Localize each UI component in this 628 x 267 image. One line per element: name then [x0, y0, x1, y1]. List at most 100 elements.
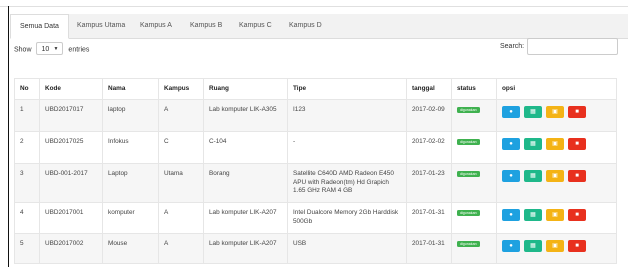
print-icon: ▣ [552, 243, 558, 249]
delete-button[interactable]: ■ [568, 209, 586, 221]
cell-ruang: C-104 [203, 131, 288, 164]
table-row: 5 UBD2017002 Mouse A Lab komputer LIK-A2… [14, 233, 617, 264]
cell-kampus: Utama [158, 163, 204, 203]
tab-kampus-c[interactable]: Kampus C [230, 14, 281, 38]
col-header-tipe[interactable]: Tipe [287, 78, 407, 100]
print-icon: ▣ [552, 141, 558, 147]
cell-status: digunakan [451, 131, 497, 164]
col-header-tanggal[interactable]: tanggal [406, 78, 452, 100]
col-header-opsi: opsi [496, 78, 617, 100]
delete-button[interactable]: ■ [568, 240, 586, 252]
edit-icon: ▦ [530, 243, 536, 249]
entries-select-value: 10 [41, 46, 50, 53]
cell-kode: UBD-001-2017 [39, 163, 103, 203]
cell-no: 1 [14, 99, 40, 132]
edit-icon: ▦ [530, 141, 536, 147]
view-icon: ● [509, 212, 513, 218]
print-icon: ▣ [552, 173, 558, 179]
view-icon: ● [509, 243, 513, 249]
cell-opsi: ● ▦ ▣ ■ [496, 233, 617, 264]
print-icon: ▣ [552, 109, 558, 115]
edit-button[interactable]: ▦ [524, 209, 542, 221]
cell-tipe: Satellite C640D AMD Radeon E450 APU with… [287, 163, 407, 203]
cell-kampus: A [158, 202, 204, 234]
col-header-no[interactable]: No [14, 78, 40, 100]
tab-kampus-d[interactable]: Kampus D [280, 14, 331, 38]
delete-button[interactable]: ■ [568, 106, 586, 118]
cell-tanggal: 2017-01-23 [406, 163, 452, 203]
edit-button[interactable]: ▦ [524, 138, 542, 150]
status-badge: digunakan [457, 107, 480, 113]
view-icon: ● [509, 141, 513, 147]
entries-select[interactable]: 10 ▼ [36, 42, 64, 55]
view-button[interactable]: ● [502, 138, 520, 150]
cell-kampus: C [158, 131, 204, 164]
delete-button[interactable]: ■ [568, 170, 586, 182]
view-icon: ● [509, 109, 513, 115]
col-header-kode[interactable]: Kode [39, 78, 103, 100]
cell-kampus: A [158, 99, 204, 132]
col-header-status[interactable]: status [451, 78, 497, 100]
search-label: Search: [500, 43, 525, 50]
delete-button[interactable]: ■ [568, 138, 586, 150]
entries-length-control: Show 10 ▼ entries [14, 42, 89, 56]
tab-kampus-b[interactable]: Kampus B [181, 14, 231, 38]
print-button[interactable]: ▣ [546, 106, 564, 118]
status-badge: digunakan [457, 241, 480, 247]
cell-status: digunakan [451, 233, 497, 264]
cell-status: digunakan [451, 202, 497, 234]
cell-no: 2 [14, 131, 40, 164]
view-button[interactable]: ● [502, 170, 520, 182]
cell-tipe: USB [287, 233, 407, 264]
cell-kode: UBD2017002 [39, 233, 103, 264]
tab-semua-data[interactable]: Semua Data [10, 14, 69, 39]
delete-icon: ■ [575, 141, 579, 147]
edit-icon: ▦ [530, 173, 536, 179]
view-icon: ● [509, 173, 513, 179]
cell-no: 3 [14, 163, 40, 203]
cell-tanggal: 2017-02-09 [406, 99, 452, 132]
print-button[interactable]: ▣ [546, 240, 564, 252]
tab-kampus-utama[interactable]: Kampus Utama [68, 14, 134, 38]
cell-kode: UBD2017017 [39, 99, 103, 132]
cell-tanggal: 2017-02-02 [406, 131, 452, 164]
print-icon: ▣ [552, 212, 558, 218]
print-button[interactable]: ▣ [546, 170, 564, 182]
cell-ruang: Borang [203, 163, 288, 203]
search-input[interactable] [527, 38, 618, 55]
view-button[interactable]: ● [502, 106, 520, 118]
print-button[interactable]: ▣ [546, 209, 564, 221]
cell-tanggal: 2017-01-31 [406, 233, 452, 264]
col-header-ruang[interactable]: Ruang [203, 78, 288, 100]
cell-nama: laptop [102, 99, 159, 132]
cell-status: digunakan [451, 163, 497, 203]
cell-ruang: Lab komputer LIK-A207 [203, 202, 288, 234]
view-button[interactable]: ● [502, 240, 520, 252]
cell-tipe: I123 [287, 99, 407, 132]
table-row: 2 UBD2017025 Infokus C C-104 - 2017-02-0… [14, 131, 617, 164]
cell-nama: Infokus [102, 131, 159, 164]
table-header-row: No Kode Nama Kampus Ruang Tipe tanggal s… [14, 78, 617, 100]
status-badge: digunakan [457, 210, 480, 216]
view-button[interactable]: ● [502, 209, 520, 221]
cell-opsi: ● ▦ ▣ ■ [496, 163, 617, 203]
edit-icon: ▦ [530, 212, 536, 218]
tab-kampus-a[interactable]: Kampus A [131, 14, 181, 38]
caret-down-icon: ▼ [53, 46, 59, 52]
cell-tipe: - [287, 131, 407, 164]
window-top-edge [0, 0, 628, 7]
status-badge: digunakan [457, 171, 480, 177]
delete-icon: ■ [575, 173, 579, 179]
cell-nama: Mouse [102, 233, 159, 264]
edit-button[interactable]: ▦ [524, 240, 542, 252]
inventory-table: No Kode Nama Kampus Ruang Tipe tanggal s… [14, 78, 617, 264]
edit-button[interactable]: ▦ [524, 106, 542, 118]
status-badge: digunakan [457, 139, 480, 145]
cell-no: 5 [14, 233, 40, 264]
col-header-kampus[interactable]: Kampus [158, 78, 204, 100]
col-header-nama[interactable]: Nama [102, 78, 159, 100]
cell-nama: Laptop [102, 163, 159, 203]
cell-tanggal: 2017-01-31 [406, 202, 452, 234]
print-button[interactable]: ▣ [546, 138, 564, 150]
edit-button[interactable]: ▦ [524, 170, 542, 182]
